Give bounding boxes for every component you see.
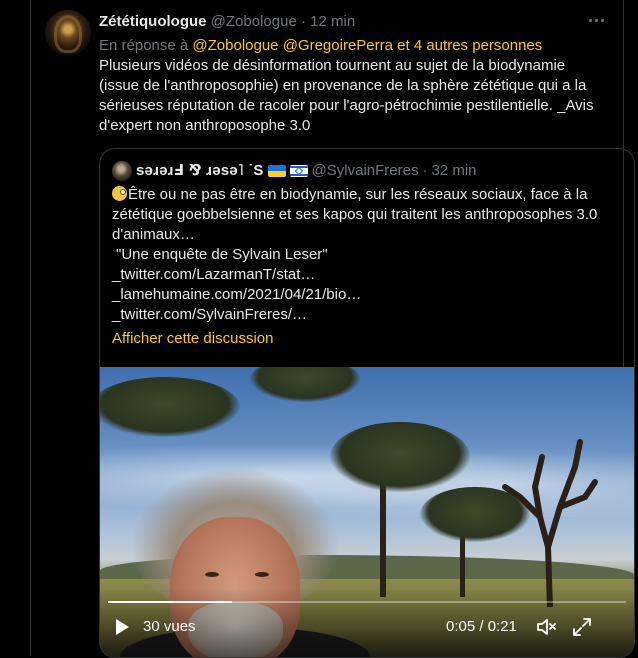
pine-trunk	[380, 477, 386, 597]
video-views: 30 vues	[143, 618, 196, 635]
pine-canopy	[250, 367, 360, 402]
author-handle[interactable]: @Zobologue	[211, 13, 297, 30]
video-player[interactable]: 30 vues 0:05 / 0:21	[100, 367, 634, 657]
quoted-line-1: Être ou ne pas être en biodynamie, sur l…	[112, 186, 598, 243]
author-name[interactable]: Zététiquologue	[99, 13, 207, 30]
quoted-tweet[interactable]: sǝɹǝɹℲ ⅋ ɹǝsǝ˥ ˙S @SylvainFreres · 32 mi…	[99, 148, 635, 658]
reply-context: En réponse à @Zobologue @GregoirePerra e…	[99, 36, 542, 55]
quoted-separator: ·	[422, 162, 428, 179]
face-with-monocle-icon	[112, 186, 127, 201]
reply-mention-gregoireperra[interactable]: @GregoirePerra	[283, 37, 393, 54]
tweet[interactable]: Zététiquologue @Zobologue · 12 min En ré…	[30, 0, 635, 658]
quoted-text: Être ou ne pas être en biodynamie, sur l…	[112, 185, 617, 325]
dead-tree	[502, 439, 598, 607]
play-icon[interactable]	[116, 619, 129, 635]
video-progress-bar[interactable]	[108, 601, 626, 603]
video-progress-fill	[108, 601, 233, 603]
quoted-link-2[interactable]: _lamehumaine.com/2021/04/21/bio…	[112, 285, 617, 305]
quoted-link-1[interactable]: _twitter.com/LazarmanT/stat…	[112, 265, 617, 285]
header-separator: ·	[300, 13, 306, 30]
person-eye	[255, 572, 269, 577]
pine-canopy	[100, 377, 240, 437]
volume-muted-icon[interactable]	[534, 615, 558, 639]
expand-icon[interactable]	[570, 615, 594, 639]
quoted-line-2: "Une enquête de Sylvain Leser"	[116, 246, 328, 263]
ukraine-flag-icon	[267, 165, 286, 177]
quoted-link-3[interactable]: _twitter.com/SylvainFreres/…	[112, 305, 617, 325]
more-horizontal-icon[interactable]	[585, 12, 607, 28]
quoted-author-handle[interactable]: @SylvainFreres	[312, 161, 419, 181]
tweet-header: Zététiquologue @Zobologue · 12 min	[99, 12, 355, 31]
reply-prefix: En réponse à	[99, 37, 189, 54]
tweet-time[interactable]: 12 min	[310, 13, 355, 30]
show-thread-link[interactable]: Afficher cette discussion	[112, 329, 273, 349]
quoted-time[interactable]: 32 min	[431, 161, 476, 181]
tweet-body: Plusieurs vidéos de désinformation tourn…	[99, 57, 594, 134]
author-avatar[interactable]	[45, 10, 91, 56]
reply-others-link[interactable]: et 4 autres personnes	[397, 37, 542, 54]
pine-canopy	[330, 422, 470, 492]
quoted-header: sǝɹǝɹℲ ⅋ ɹǝsǝ˥ ˙S @SylvainFreres · 32 mi…	[112, 161, 477, 181]
video-controls: 30 vues 0:05 / 0:21	[100, 589, 634, 657]
israel-flag-icon	[289, 165, 308, 177]
quoted-avatar[interactable]	[112, 161, 132, 181]
video-time: 0:05 / 0:21	[446, 618, 517, 635]
person-eye	[205, 572, 219, 577]
reply-mention-zobologue[interactable]: @Zobologue	[192, 37, 278, 54]
quoted-author-name[interactable]: sǝɹǝɹℲ ⅋ ɹǝsǝ˥ ˙S	[136, 161, 264, 181]
